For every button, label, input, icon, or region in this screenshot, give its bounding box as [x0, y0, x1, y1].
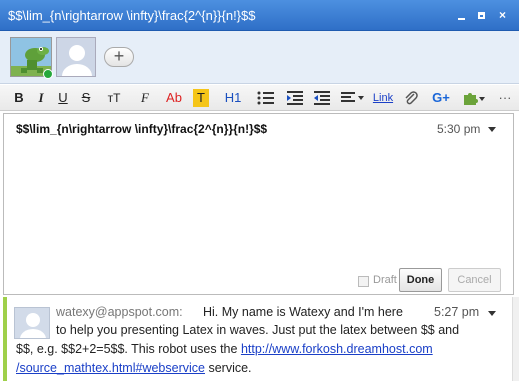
chevron-down-icon[interactable]: [488, 311, 496, 316]
minimize-icon[interactable]: [455, 9, 468, 22]
extensions-icon[interactable]: [462, 89, 486, 107]
outdent-icon[interactable]: [314, 89, 330, 107]
add-participant-button[interactable]: +: [104, 47, 134, 67]
text-color-button[interactable]: Ab: [164, 89, 184, 107]
compose-area[interactable]: $$\lim_{n\rightarrow \infty}\frac{2^{n}}…: [3, 113, 514, 295]
cancel-button[interactable]: Cancel: [448, 268, 501, 292]
align-icon[interactable]: [341, 89, 365, 107]
insert-link-button[interactable]: Link: [371, 89, 395, 107]
maximize-icon[interactable]: [475, 9, 488, 22]
underline-button[interactable]: U: [56, 89, 70, 107]
highlight-button[interactable]: T: [193, 89, 209, 107]
draft-checkbox[interactable]: [358, 276, 369, 287]
heading-button[interactable]: H1: [222, 89, 244, 107]
more-options-button[interactable]: ···: [496, 89, 514, 107]
reply-text: $$, e.g. $$2+2=5$$. This robot uses the: [16, 342, 241, 356]
reply-text-line-3: $$, e.g. $$2+2=5$$. This robot uses the …: [16, 342, 433, 356]
webservice-link-continued[interactable]: /source_mathtex.html#webservice: [16, 361, 205, 375]
attachment-icon[interactable]: [404, 89, 418, 107]
reply-text-line-4: /source_mathtex.html#webservice service.: [16, 361, 252, 375]
scrollbar[interactable]: [512, 297, 519, 381]
participant-avatar[interactable]: [56, 37, 96, 77]
indent-icon[interactable]: [287, 89, 303, 107]
google-plus-button[interactable]: G+: [429, 89, 453, 107]
chevron-down-icon[interactable]: [488, 127, 496, 132]
draft-label: Draft: [373, 274, 397, 286]
reply-thread: watexy@appspot.com: Hi. My name is Watex…: [0, 297, 519, 381]
bold-button[interactable]: B: [12, 89, 26, 107]
reply-author[interactable]: watexy@appspot.com:: [56, 305, 183, 319]
window-title: $$\lim_{n\rightarrow \infty}\frac{2^{n}}…: [8, 8, 256, 23]
italic-button[interactable]: I: [34, 89, 48, 107]
font-size-button[interactable]: тT: [102, 89, 126, 107]
reply-text-line-1: Hi. My name is Watexy and I'm here: [203, 305, 403, 319]
reply-time: 5:27 pm: [434, 305, 480, 319]
webservice-link[interactable]: http://www.forkosh.dreamhost.com: [241, 342, 433, 356]
title-bar: $$\lim_{n\rightarrow \infty}\frac{2^{n}}…: [0, 0, 519, 31]
thread-indicator: [3, 297, 7, 381]
bullet-list-icon[interactable]: [257, 89, 275, 107]
strikethrough-button[interactable]: S: [79, 89, 93, 107]
close-icon[interactable]: ×: [496, 9, 509, 22]
font-family-button[interactable]: F: [136, 89, 154, 107]
reply-text-end: service.: [204, 361, 252, 375]
online-status-icon: [43, 69, 53, 79]
formatting-toolbar: B I U S тT F Ab T H1 Link G+ ···: [0, 85, 519, 111]
participants-bar: +: [0, 31, 519, 84]
done-button[interactable]: Done: [399, 268, 442, 292]
message-text[interactable]: $$\lim_{n\rightarrow \infty}\frac{2^{n}}…: [16, 122, 267, 136]
reply-avatar[interactable]: [14, 307, 50, 339]
reply-text-line-2: to help you presenting Latex in waves. J…: [56, 323, 460, 337]
message-time: 5:30 pm: [437, 122, 481, 136]
